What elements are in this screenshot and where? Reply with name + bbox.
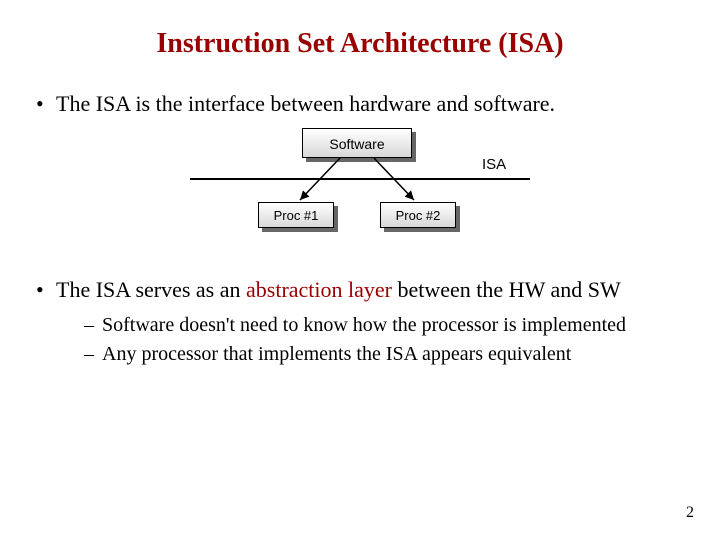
isa-diagram: Software ISA Proc #1 Proc #2 <box>150 128 570 258</box>
main-bullet-list-2: The ISA serves as an abstraction layer b… <box>30 276 690 368</box>
main-bullet-list: The ISA is the interface between hardwar… <box>30 90 690 118</box>
b2-pre: The ISA serves as an <box>56 277 246 302</box>
sub-bullet-sw-hide: Software doesn't need to know how the pr… <box>84 313 690 338</box>
b2-highlight: abstraction layer <box>246 277 392 302</box>
diagram-arrows <box>150 128 570 258</box>
proc1-box: Proc #1 <box>258 202 334 228</box>
sub-bullet-list: Software doesn't need to know how the pr… <box>56 313 690 367</box>
sub-bullet-equivalent: Any processor that implements the ISA ap… <box>84 342 690 367</box>
proc2-box: Proc #2 <box>380 202 456 228</box>
page-title: Instruction Set Architecture (ISA) <box>30 28 690 60</box>
bullet-abstraction-layer: The ISA serves as an abstraction layer b… <box>36 276 690 368</box>
page-number: 2 <box>686 504 694 522</box>
bullet-isa-interface: The ISA is the interface between hardwar… <box>36 90 690 118</box>
b2-post: between the HW and SW <box>392 277 621 302</box>
